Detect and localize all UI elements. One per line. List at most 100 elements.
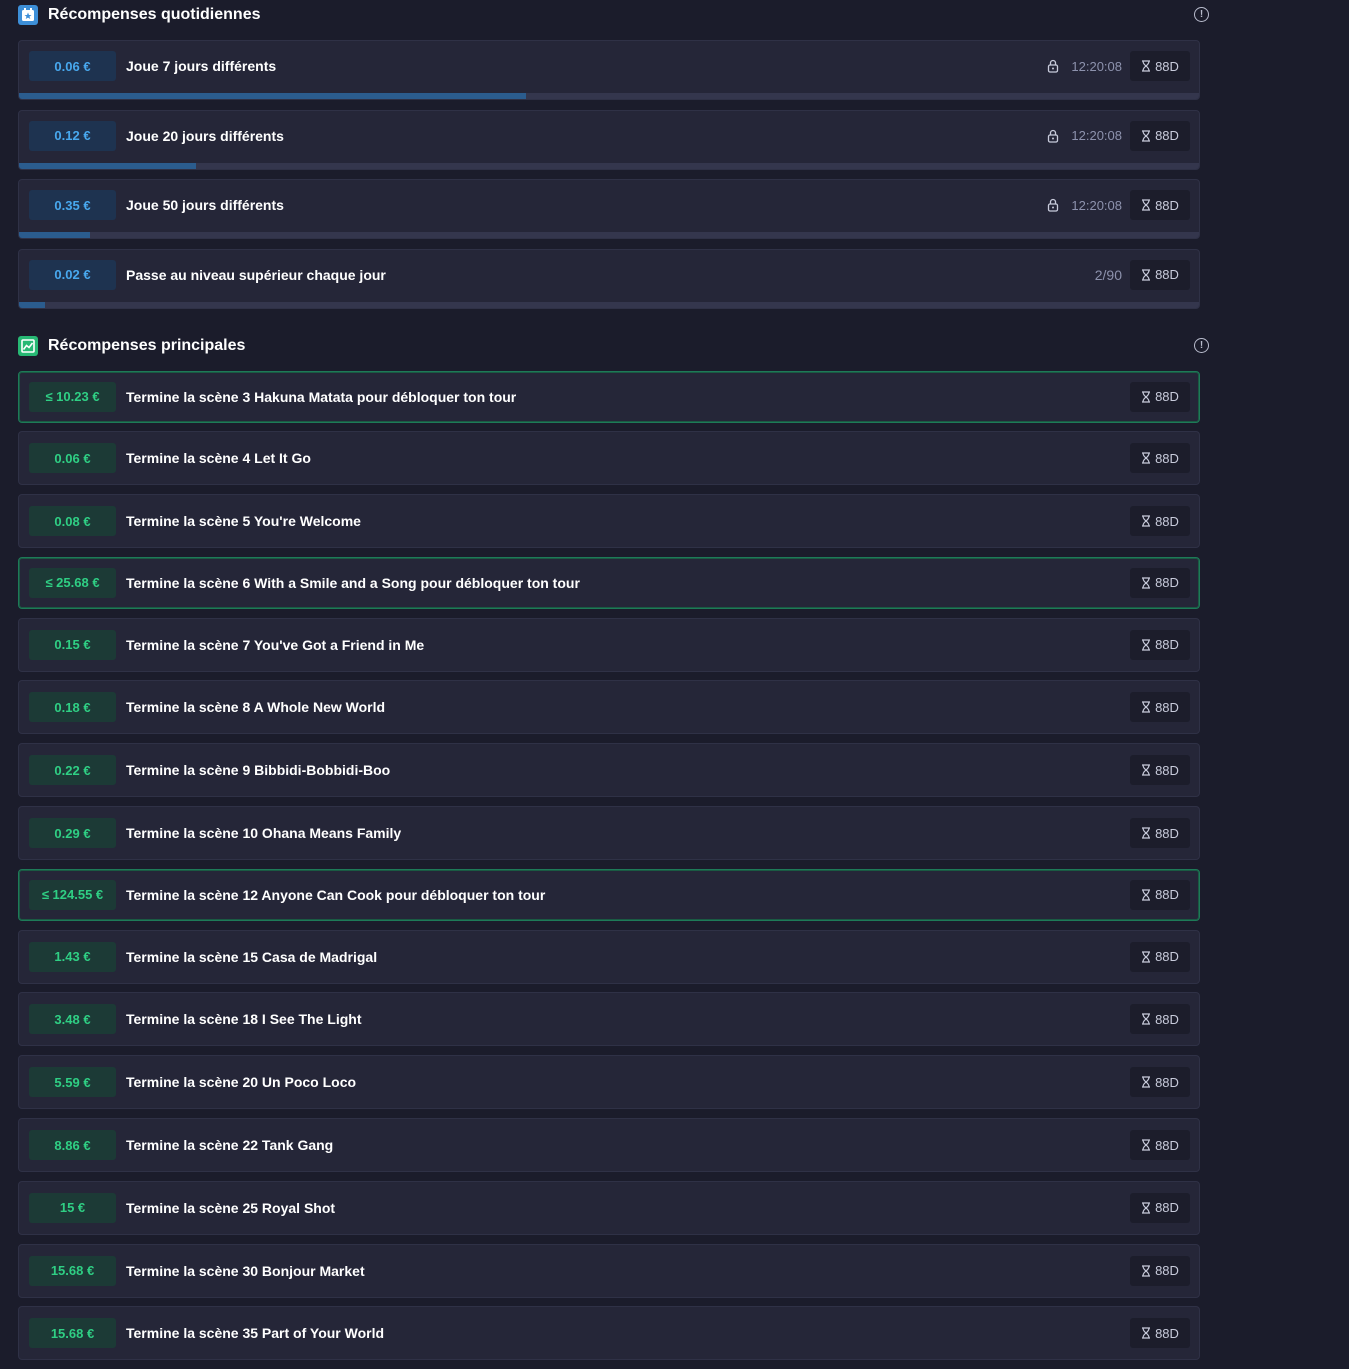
hourglass-icon — [1142, 827, 1151, 839]
main-reward-card[interactable]: 0.08 € Termine la scène 5 You're Welcome 8… — [18, 494, 1200, 549]
reward-amount: 5.59 € — [29, 1067, 116, 1098]
days-badge: 88D — [1130, 51, 1190, 81]
days-badge: 88D — [1130, 190, 1190, 220]
lock-icon — [1048, 129, 1059, 143]
main-section-header: Récompenses principales ! — [18, 331, 1209, 361]
progress-bar — [19, 232, 1199, 238]
reward-label: Termine la scène 5 You're Welcome — [126, 513, 361, 530]
reward-label: Termine la scène 12 Anyone Can Cook pour… — [126, 886, 546, 903]
info-icon[interactable]: ! — [1194, 7, 1209, 22]
featured-reward-card[interactable]: ≤ 124.55 € Termine la scène 12 Anyone Can… — [18, 868, 1200, 921]
main-reward-card[interactable]: 0.18 € Termine la scène 8 A Whole New Wor… — [18, 680, 1200, 735]
reward-amount: 0.15 € — [29, 629, 116, 660]
days-text: 88D — [1155, 1137, 1179, 1153]
days-badge: 88D — [1130, 941, 1190, 972]
main-reward-card[interactable]: 0.15 € Termine la scène 7 You've Got a Fr… — [18, 617, 1200, 672]
days-badge: 88D — [1130, 443, 1190, 474]
main-reward-card[interactable]: 0.06 € Termine la scène 4 Let It Go 88D — [18, 431, 1200, 486]
main-reward-card[interactable]: 3.48 € Termine la scène 18 I See The Ligh… — [18, 992, 1200, 1047]
image-chart-icon — [18, 335, 38, 356]
progress-bar — [19, 93, 1199, 99]
reward-label: Joue 7 jours différents — [126, 58, 277, 74]
hourglass-icon — [1142, 1202, 1151, 1214]
progress-count: 2/90 — [1094, 266, 1122, 283]
reward-amount: ≤ 124.55 € — [29, 879, 116, 910]
hourglass-icon — [1142, 390, 1151, 403]
days-text: 88D — [1155, 949, 1179, 965]
timer-text: 12:20:08 — [1071, 197, 1122, 213]
reward-label: Termine la scène 9 Bibbidi-Bobbidi-Boo — [126, 762, 391, 779]
reward-amount: ≤ 10.23 € — [29, 381, 116, 412]
featured-reward-card[interactable]: ≤ 25.68 € Termine la scène 6 With a Smile… — [18, 556, 1200, 609]
days-text: 88D — [1155, 128, 1179, 143]
reward-label: Passe au niveau supérieur chaque jour — [126, 266, 386, 283]
daily-reward-card[interactable]: 0.12 € Joue 20 jours différents 12:20:08 88… — [18, 109, 1200, 170]
days-text: 88D — [1155, 267, 1179, 282]
days-badge: 88D — [1130, 381, 1190, 412]
days-text: 88D — [1155, 1200, 1179, 1216]
main-reward-card[interactable]: 1.43 € Termine la scène 15 Casa de Madrig… — [18, 929, 1200, 984]
progress-bar — [19, 162, 1199, 169]
reward-label: Joue 50 jours différents — [126, 197, 284, 213]
calendar-star-icon — [18, 5, 38, 25]
reward-amount: 0.18 € — [29, 692, 116, 723]
main-reward-card[interactable]: 15.68 € Termine la scène 30 Bonjour Marke… — [18, 1243, 1200, 1298]
days-badge: 88D — [1130, 506, 1190, 537]
reward-label: Termine la scène 6 With a Smile and a So… — [126, 574, 580, 591]
days-badge: 88D — [1130, 1130, 1190, 1161]
reward-amount: 0.22 € — [29, 755, 116, 786]
hourglass-icon — [1142, 577, 1151, 589]
progress-fill — [19, 162, 196, 169]
reward-label: Termine la scène 22 Tank Gang — [126, 1137, 334, 1154]
main-rewards-list: ≤ 10.23 € Termine la scène 3 Hakuna Matat… — [18, 370, 1200, 1361]
main-section-title: Récompenses principales — [48, 336, 246, 354]
daily-reward-card[interactable]: 0.02 € Passe au niveau supérieur chaque j… — [18, 248, 1200, 309]
days-text: 88D — [1155, 887, 1179, 903]
days-text: 88D — [1155, 1011, 1179, 1027]
reward-amount: 0.06 € — [29, 51, 116, 81]
main-reward-card[interactable]: 0.29 € Termine la scène 10 Ohana Means Fa… — [18, 806, 1200, 861]
timer-text: 12:20:08 — [1071, 58, 1122, 74]
reward-amount: 15.68 € — [29, 1318, 116, 1349]
info-icon[interactable]: ! — [1194, 337, 1209, 353]
reward-label: Termine la scène 20 Un Poco Loco — [126, 1074, 357, 1091]
days-badge: 88D — [1130, 1192, 1190, 1223]
hourglass-icon — [1142, 129, 1151, 142]
reward-amount: 3.48 € — [29, 1004, 116, 1035]
main-reward-card[interactable]: 5.59 € Termine la scène 20 Un Poco Loco 88… — [18, 1055, 1200, 1110]
hourglass-icon — [1142, 268, 1151, 281]
reward-label: Termine la scène 25 Royal Shot — [126, 1199, 336, 1216]
days-badge: 88D — [1130, 120, 1190, 151]
days-text: 88D — [1155, 389, 1179, 404]
days-text: 88D — [1155, 513, 1179, 529]
hourglass-icon — [1142, 764, 1151, 776]
reward-amount: 15.68 € — [29, 1255, 116, 1286]
rewards-panel: Récompenses quotidiennes ! 0.06 € Joue 7 … — [18, 0, 1209, 1369]
main-reward-card[interactable]: 0.22 € Termine la scène 9 Bibbidi-Bobbidi… — [18, 743, 1200, 798]
hourglass-icon — [1142, 951, 1151, 963]
reward-label: Termine la scène 30 Bonjour Market — [126, 1262, 365, 1279]
reward-label: Termine la scène 4 Let It Go — [126, 450, 311, 467]
hourglass-icon — [1142, 1013, 1151, 1026]
days-badge: 88D — [1130, 755, 1190, 786]
days-badge: 88D — [1130, 1318, 1190, 1349]
daily-rewards-list: 0.06 € Joue 7 jours différents 12:20:08 88D… — [18, 40, 1200, 309]
reward-label: Termine la scène 7 You've Got a Friend i… — [126, 636, 425, 653]
lock-icon — [1048, 59, 1059, 73]
daily-reward-card[interactable]: 0.06 € Joue 7 jours différents 12:20:08 88D — [18, 40, 1200, 100]
days-text: 88D — [1155, 1074, 1179, 1090]
progress-fill — [19, 232, 90, 238]
days-text: 88D — [1155, 575, 1179, 591]
daily-section-header: Récompenses quotidiennes ! — [18, 0, 1209, 30]
daily-reward-card[interactable]: 0.35 € Joue 50 jours différents 12:20:08 88… — [18, 179, 1200, 239]
reward-label: Termine la scène 3 Hakuna Matata pour dé… — [126, 388, 517, 405]
reward-amount: 0.06 € — [29, 443, 116, 474]
days-badge: 88D — [1130, 629, 1190, 660]
main-reward-card[interactable]: 15.68 € Termine la scène 35 Part of Your … — [18, 1306, 1200, 1361]
reward-amount: 8.86 € — [29, 1130, 116, 1161]
main-reward-card[interactable]: 15 € Termine la scène 25 Royal Shot 88D — [18, 1180, 1200, 1235]
featured-reward-card[interactable]: ≤ 10.23 € Termine la scène 3 Hakuna Matat… — [18, 370, 1200, 423]
main-reward-card[interactable]: 8.86 € Termine la scène 22 Tank Gang 88D — [18, 1118, 1200, 1173]
daily-section-title: Récompenses quotidiennes — [48, 6, 261, 23]
hourglass-icon — [1142, 889, 1151, 901]
